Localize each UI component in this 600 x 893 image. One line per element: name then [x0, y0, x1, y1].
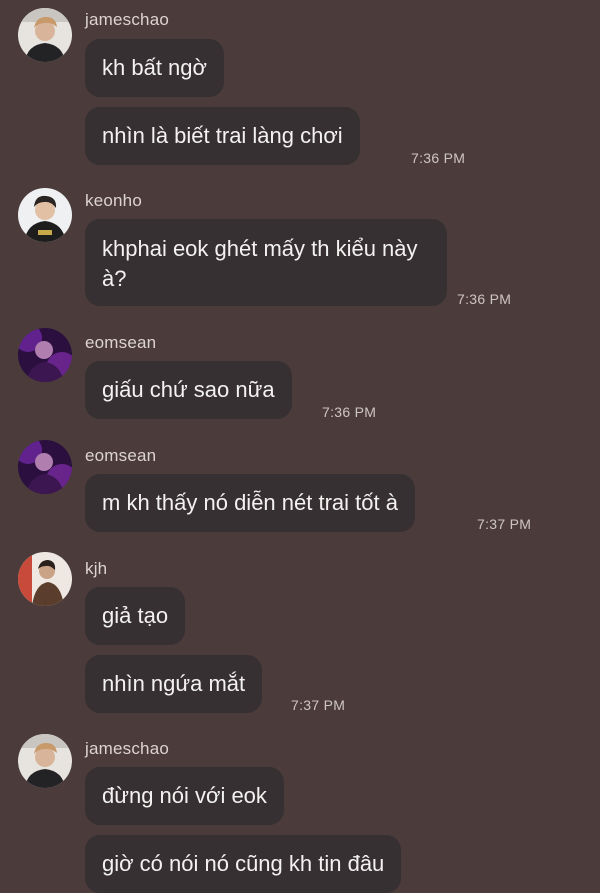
message-bubble[interactable]: khphai eok ghét mấy th kiểu này à?: [85, 219, 447, 306]
message-bubble[interactable]: nhìn ngứa mắt: [85, 655, 263, 713]
sender-name[interactable]: kjh: [85, 559, 107, 579]
user-photo-icon: [18, 328, 72, 382]
message-timestamp: 7:36 PM: [322, 404, 377, 420]
message-bubble[interactable]: kh bất ngờ: [85, 39, 224, 97]
message-bubble[interactable]: giả tạo: [85, 587, 186, 645]
user-photo-icon: [18, 8, 72, 62]
message-timestamp: 7:37 PM: [477, 516, 532, 532]
avatar-kjh[interactable]: [18, 552, 72, 606]
message-bubble[interactable]: giờ có nói nó cũng kh tin đâu: [85, 835, 402, 893]
message-timestamp: 7:36 PM: [411, 150, 466, 166]
message-bubble[interactable]: giấu chứ sao nữa: [85, 361, 292, 419]
sender-name[interactable]: jameschao: [85, 739, 169, 759]
message-timestamp: 7:36 PM: [457, 291, 512, 307]
avatar-jameschao[interactable]: [18, 734, 72, 788]
avatar-eomsean[interactable]: [18, 328, 72, 382]
avatar-eomsean[interactable]: [18, 440, 72, 494]
message-bubble[interactable]: m kh thấy nó diễn nét trai tốt à: [85, 474, 415, 532]
user-photo-icon: [18, 440, 72, 494]
sender-name[interactable]: eomsean: [85, 333, 156, 353]
message-bubble[interactable]: nhìn là biết trai làng chơi: [85, 107, 360, 165]
user-photo-icon: [18, 188, 72, 242]
message-timestamp: 7:37 PM: [291, 697, 346, 713]
message-bubble[interactable]: đừng nói với eok: [85, 767, 284, 825]
user-photo-icon: [18, 734, 72, 788]
sender-name[interactable]: jameschao: [85, 10, 169, 30]
sender-name[interactable]: keonho: [85, 191, 142, 211]
avatar-jameschao[interactable]: [18, 8, 72, 62]
user-photo-icon: [18, 552, 72, 606]
avatar-keonho[interactable]: [18, 188, 72, 242]
sender-name[interactable]: eomsean: [85, 446, 156, 466]
